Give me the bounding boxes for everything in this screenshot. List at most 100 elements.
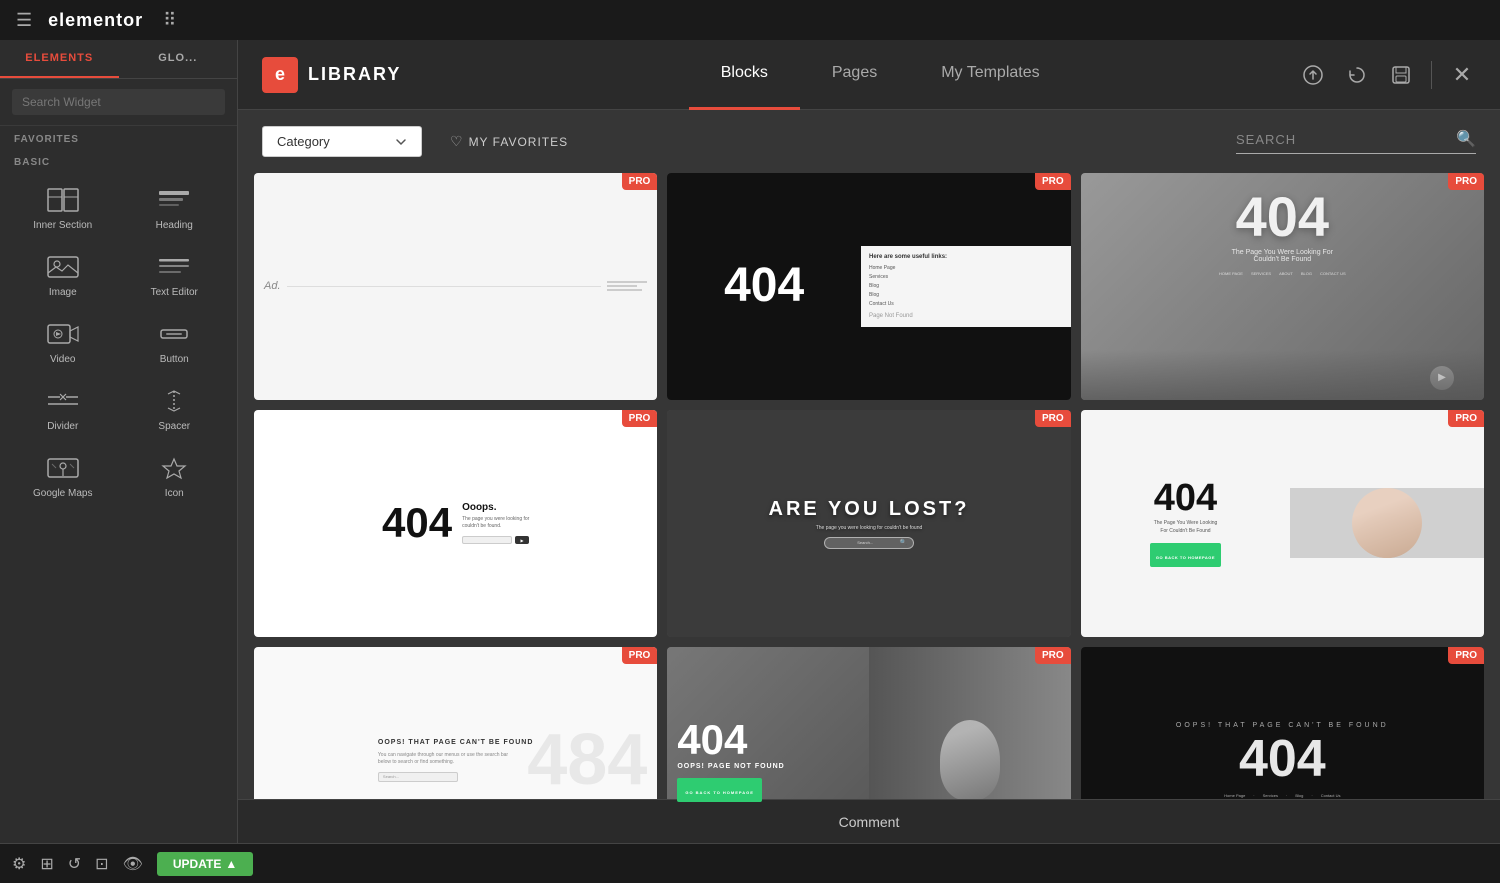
left-panel: ELEMENTS GLO... FAVORITES BASIC Inner Se… [0, 40, 238, 843]
bottom-bar-icons: ⚙ ⊞ ↺ ⊡ 👁 [12, 854, 143, 874]
update-arrow-icon: ▲ [225, 857, 237, 871]
text-editor-label: Text Editor [151, 287, 198, 298]
category-label: Category [277, 134, 330, 149]
tab-pages[interactable]: Pages [800, 40, 909, 110]
template-card-9[interactable]: 404 The Page You Were LookingFor Couldn'… [1081, 410, 1484, 637]
favorites-label: MY FAVORITES [469, 135, 569, 149]
element-spacer[interactable]: Spacer [120, 377, 230, 442]
comment-bar: Comment [238, 799, 1500, 843]
heading-icon [156, 186, 192, 214]
left-search-area [0, 79, 237, 126]
pro-badge-7: PRO [1035, 647, 1071, 664]
template-card-5[interactable]: 404 Here are some useful links: Home Pag… [667, 173, 1070, 400]
template-card-6[interactable]: ARE YOU LOST? The page you were looking … [667, 410, 1070, 637]
pro-badge-8: PRO [1448, 173, 1484, 190]
google-maps-icon [45, 454, 81, 482]
comment-bar-label: Comment [839, 814, 900, 830]
library-title: LIBRARY [308, 64, 401, 85]
icon-widget-icon [156, 454, 192, 482]
template-card-1[interactable]: Ad. PRO [254, 173, 657, 400]
elements-grid: Inner Section Heading [0, 172, 237, 513]
pro-badge-2: PRO [622, 410, 658, 427]
main-area: ELEMENTS GLO... FAVORITES BASIC Inner Se… [0, 40, 1500, 843]
template-column-3: 404 The Page You Were Looking ForCouldn'… [1081, 173, 1484, 843]
spacer-label: Spacer [158, 421, 190, 432]
pro-badge-6: PRO [1035, 410, 1071, 427]
template-column-1: Ad. PRO [254, 173, 657, 843]
search-icon[interactable]: 🔍 [1456, 129, 1476, 149]
image-label: Image [49, 287, 77, 298]
spacer-icon [156, 387, 192, 415]
elementor-logo: elementor [48, 10, 143, 31]
library-logo-icon: e [262, 57, 298, 93]
library-overlay: e LIBRARY Blocks Pages My Templates [238, 40, 1500, 843]
library-toolbar: Category ♡ MY FAVORITES 🔍 [238, 110, 1500, 173]
search-input[interactable] [12, 89, 225, 115]
hamburger-icon[interactable]: ☰ [16, 10, 32, 31]
search-area: 🔍 [1236, 129, 1476, 154]
tab-elements[interactable]: ELEMENTS [0, 40, 119, 78]
library-tabs: Blocks Pages My Templates [485, 40, 1275, 110]
pro-badge-1: PRO [622, 173, 658, 190]
library-header: e LIBRARY Blocks Pages My Templates [238, 40, 1500, 110]
library-logo-area: e LIBRARY [262, 57, 401, 93]
video-icon [45, 320, 81, 348]
pro-badge-9: PRO [1448, 410, 1484, 427]
bottom-bar: ⚙ ⊞ ↺ ⊡ 👁 UPDATE ▲ [0, 843, 1500, 883]
basic-label: BASIC [0, 149, 237, 172]
top-bar: ☰ elementor ⠿ [0, 0, 1500, 40]
element-text-editor[interactable]: Text Editor [120, 243, 230, 308]
google-maps-label: Google Maps [33, 488, 92, 499]
close-button[interactable]: ✕ [1448, 61, 1476, 89]
image-icon [45, 253, 81, 281]
element-heading[interactable]: Heading [120, 176, 230, 241]
header-divider [1431, 61, 1432, 89]
preview-icon[interactable]: 👁 [123, 854, 143, 874]
element-divider[interactable]: Divider [8, 377, 118, 442]
favorites-button[interactable]: ♡ MY FAVORITES [438, 127, 580, 156]
element-icon[interactable]: Icon [120, 444, 230, 509]
save-template-icon[interactable] [1387, 61, 1415, 89]
video-label: Video [50, 354, 75, 365]
heading-label: Heading [156, 220, 193, 231]
settings-icon[interactable]: ⚙ [12, 854, 26, 874]
button-label: Button [160, 354, 189, 365]
element-google-maps[interactable]: Google Maps [8, 444, 118, 509]
divider-label: Divider [47, 421, 78, 432]
template-card-8[interactable]: 404 The Page You Were Looking ForCouldn'… [1081, 173, 1484, 400]
template-card-2[interactable]: 404 Ooops. The page you were looking for… [254, 410, 657, 637]
text-editor-icon [156, 253, 192, 281]
element-image[interactable]: Image [8, 243, 118, 308]
left-panel-tabs: ELEMENTS GLO... [0, 40, 237, 79]
element-video[interactable]: Video [8, 310, 118, 375]
tab-global[interactable]: GLO... [119, 40, 238, 78]
tab-blocks[interactable]: Blocks [689, 40, 800, 110]
element-inner-section[interactable]: Inner Section [8, 176, 118, 241]
history-icon[interactable]: ↺ [68, 854, 81, 874]
template-column-2: 404 Here are some useful links: Home Pag… [667, 173, 1070, 843]
library-header-actions: ✕ [1299, 61, 1476, 89]
templates-grid: Ad. PRO [254, 173, 1484, 843]
update-button-label: UPDATE [173, 857, 221, 871]
responsive-icon[interactable]: ⊡ [95, 854, 108, 874]
refresh-icon[interactable] [1343, 61, 1371, 89]
upload-icon[interactable] [1299, 61, 1327, 89]
favorites-label: FAVORITES [0, 126, 237, 149]
tab-my-templates[interactable]: My Templates [909, 40, 1071, 110]
heart-icon: ♡ [450, 133, 463, 150]
inner-section-icon [45, 186, 81, 214]
library-search-input[interactable] [1236, 132, 1456, 147]
pro-badge-5: PRO [1035, 173, 1071, 190]
category-dropdown[interactable]: Category [262, 126, 422, 157]
element-button[interactable]: Button [120, 310, 230, 375]
update-button[interactable]: UPDATE ▲ [157, 852, 253, 876]
pro-badge-3: PRO [622, 647, 658, 664]
button-icon [156, 320, 192, 348]
grid-icon[interactable]: ⠿ [163, 10, 176, 31]
layers-icon[interactable]: ⊞ [40, 854, 53, 874]
divider-icon [45, 387, 81, 415]
icon-label: Icon [165, 488, 184, 499]
library-content: Ad. PRO [238, 173, 1500, 843]
dropdown-arrow-icon [395, 136, 407, 148]
inner-section-label: Inner Section [33, 220, 92, 231]
